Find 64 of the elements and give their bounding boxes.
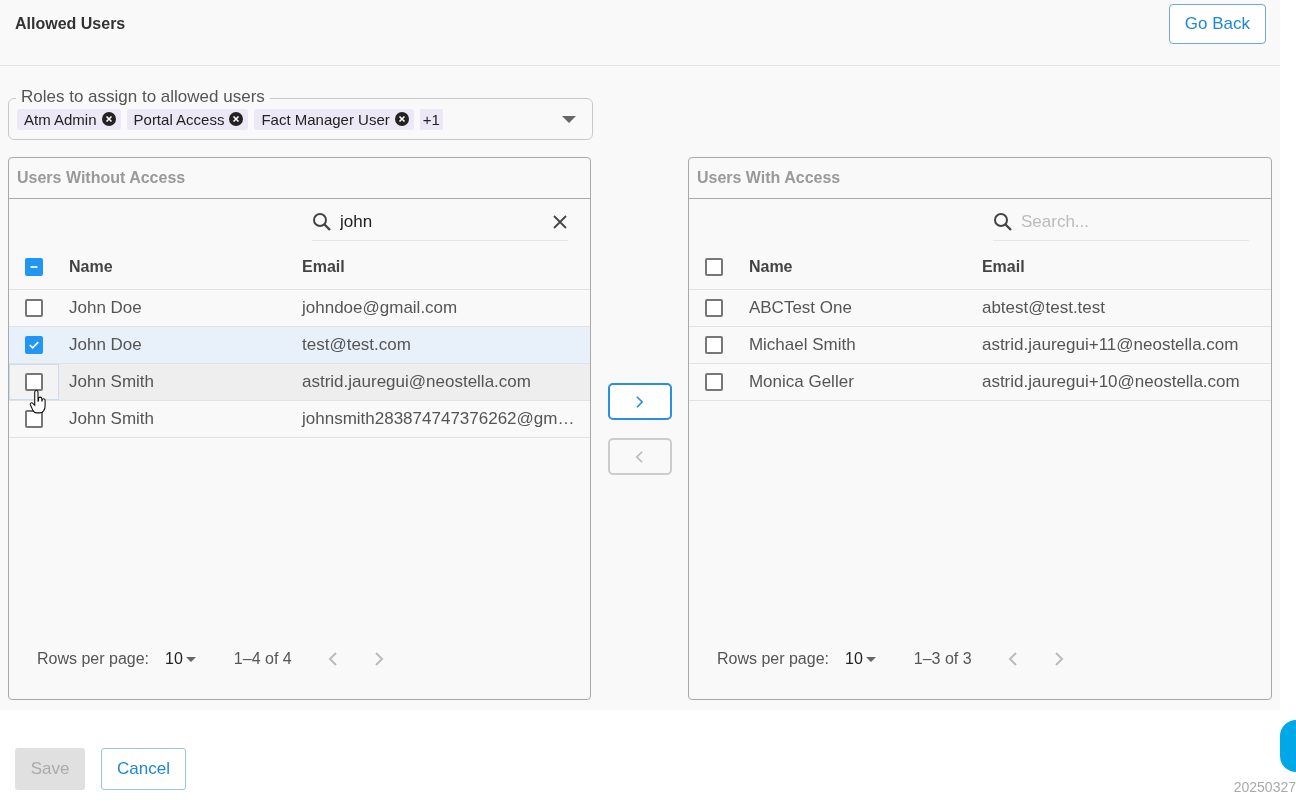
rows-per-page-label: Rows per page: [37,650,150,668]
cancel-button[interactable]: Cancel [101,748,186,790]
select-all-checkbox[interactable] [25,258,43,276]
panel-title: Users Without Access [17,169,186,187]
table-cell-text: ABCTest One [747,298,853,318]
row-checkbox[interactable] [25,373,43,391]
role-chip[interactable]: Atm Admin [17,108,121,130]
column-header[interactable]: Name [59,258,302,276]
table-cell-text: astrid.jauregui@neostella.com [302,372,532,392]
search-icon [993,211,1013,232]
column-header[interactable]: Name [738,258,982,276]
remove-icon[interactable] [394,112,409,126]
role-chip[interactable]: Fact Manager User [254,108,414,130]
table-cell-text: John Smith [68,409,156,429]
search-icon [312,211,333,232]
user-row[interactable]: Monica Geller astrid.jauregui+10@neostella.com [688,364,1271,401]
go-back-button[interactable]: Go Back [1168,3,1266,44]
user-row[interactable]: Michael Smith astrid.jauregui+11@neostella.com [688,327,1271,364]
move-button[interactable] [607,383,672,420]
user-row[interactable]: ABCTest One abtest@test.test [688,290,1271,327]
table-cell-text: astrid.jauregui+11@neostella.com [981,335,1240,355]
row-checkbox[interactable] [704,299,723,317]
table-cell-text: Monica Geller [747,372,855,392]
table-cell-text: John Doe [68,298,143,318]
dropdown-caret-icon[interactable] [562,115,576,123]
table-cell-text: John Doe [68,335,143,355]
rows-per-page-label: Rows per page: [716,650,829,668]
page-range: 1–3 of 3 [913,650,972,668]
table-cell-text: Michael Smith [747,335,857,355]
field-label: Roles to assign to allowed users [16,88,270,106]
floating-action-button[interactable] [1280,720,1296,772]
column-header[interactable]: Email [981,258,1271,276]
rows-per-page-select[interactable]: 10 [845,650,876,668]
select-all-checkbox[interactable] [704,258,723,276]
column-header[interactable]: Email [302,258,591,276]
chevron-left-icon [635,449,644,464]
table-cell-text: John Smith [68,372,156,392]
remove-icon[interactable] [229,112,244,126]
table-cell-text: abtest@test.test [981,298,1106,318]
role-chip[interactable]: Portal Access [126,108,249,130]
row-checkbox[interactable] [25,299,43,317]
user-row[interactable]: John Doe test@test.com [9,327,591,364]
page-range: 1–4 of 4 [233,650,292,668]
rows-per-page-select[interactable]: 10 [165,650,196,668]
row-checkbox[interactable] [704,336,723,354]
chevron-right-icon [635,394,644,409]
panel-title: Users With Access [696,169,841,187]
user-row[interactable]: John Smith johnsmith283874747376262@gm… [9,401,591,438]
remove-icon[interactable] [101,112,116,126]
search-field[interactable]: Search... [1019,210,1249,233]
clear-icon[interactable] [552,213,569,230]
row-checkbox[interactable] [25,336,43,354]
caret-icon [185,656,196,662]
more-chips-count: +1 [419,108,443,130]
row-checkbox[interactable] [704,373,723,391]
table-cell-text: johndoe@gmail.com [302,298,459,318]
table-cell-text: astrid.jauregui+10@neostella.com [981,372,1241,392]
caret-icon [865,656,876,662]
search-field[interactable]: john [338,210,547,233]
page-title: Allowed Users [15,14,126,33]
hand-cursor-icon [29,390,47,414]
table-cell-text: test@test.com [302,335,412,355]
table-cell-text: johnsmith283874747376262@gm… [302,409,576,429]
version-label: 20250327 [1233,779,1296,795]
